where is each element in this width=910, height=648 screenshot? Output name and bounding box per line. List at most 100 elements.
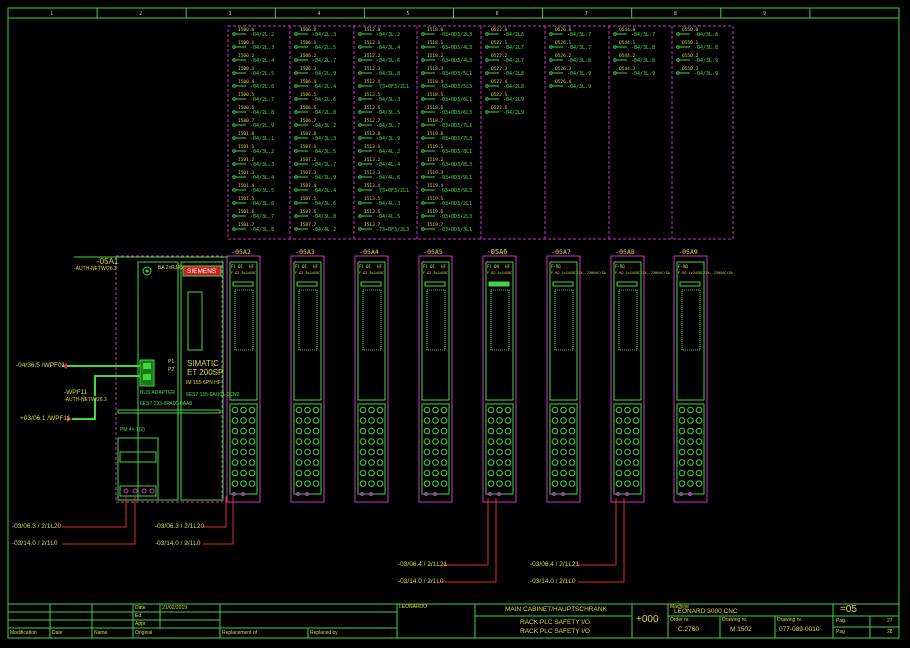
terminal-icon bbox=[248, 417, 256, 424]
power-ref-8: -03/14.0 / 2/1L0 bbox=[530, 578, 576, 585]
im-bus: BA 2xRJ45 bbox=[158, 265, 183, 271]
terminal-icon bbox=[496, 427, 503, 435]
io-reference: -04/2L.4 bbox=[312, 84, 336, 90]
column-number-3: 3 bbox=[228, 11, 231, 17]
terminal-icon bbox=[376, 406, 384, 414]
terminal-icon bbox=[304, 438, 311, 445]
terminal-icon bbox=[295, 406, 303, 414]
module-led-column bbox=[618, 289, 638, 351]
io-reference: -04/3L.8 bbox=[376, 71, 400, 77]
contact-icon bbox=[485, 110, 489, 114]
column-number-9: 9 bbox=[763, 11, 766, 17]
power-ref-7: -03/06.4 / 2/1L21 bbox=[530, 561, 580, 568]
contact-icon bbox=[358, 123, 362, 127]
contact-icon bbox=[676, 32, 680, 36]
column-number-2: 2 bbox=[139, 11, 142, 17]
terminal-icon bbox=[376, 459, 384, 466]
terminal-icon bbox=[312, 417, 320, 424]
contact-icon bbox=[232, 201, 236, 205]
tb-sheet: =05 bbox=[840, 604, 857, 615]
terminal-icon bbox=[568, 469, 576, 477]
module-type-top: Fl-DI bbox=[231, 264, 244, 269]
io-reference: -04/4L.2 bbox=[376, 149, 400, 155]
terminal-icon bbox=[240, 438, 247, 445]
contact-icon bbox=[294, 71, 298, 75]
terminal-icon bbox=[240, 459, 247, 466]
module-led-column bbox=[362, 289, 382, 351]
terminal-icon bbox=[359, 480, 367, 487]
contact-icon bbox=[232, 123, 236, 127]
tb-drawing-label: Drawing nr. bbox=[722, 617, 748, 623]
terminal-icon bbox=[368, 427, 375, 435]
io-reference: -04/2L.3 bbox=[250, 45, 274, 51]
contact-icon bbox=[232, 227, 236, 231]
io-reference: -04/4L.2 bbox=[312, 227, 336, 233]
module-led-column bbox=[681, 289, 701, 351]
module-tag: -05A4 bbox=[359, 248, 379, 256]
terminal-icon bbox=[624, 406, 631, 414]
terminal-icon bbox=[368, 459, 375, 466]
power-terminal-label: PM 4+ 1(2) bbox=[120, 427, 145, 433]
interface-module bbox=[74, 255, 228, 503]
terminal-icon bbox=[423, 448, 431, 456]
contact-icon bbox=[294, 110, 298, 114]
column-ruler: 1 2 3 4 5 6 7 8 9 bbox=[50, 8, 811, 18]
terminal-icon bbox=[423, 438, 431, 445]
terminal-icon bbox=[304, 480, 311, 487]
terminal-icon bbox=[560, 406, 567, 414]
module-led-column bbox=[298, 289, 318, 351]
terminal-icon bbox=[312, 469, 320, 477]
terminal-icon bbox=[376, 438, 384, 445]
terminal-icon bbox=[551, 469, 559, 477]
terminal-icon bbox=[632, 448, 640, 456]
contact-icon bbox=[358, 227, 362, 231]
terminal-icon bbox=[432, 438, 439, 445]
terminal-icon bbox=[231, 438, 239, 445]
module-rack: -05A2 Fl-DI HF F-DI 8x24VDC -05A3 Fl-DI HF F-DI… bbox=[226, 248, 734, 503]
terminal-icon bbox=[695, 448, 703, 456]
contact-icon bbox=[232, 162, 236, 166]
io-reference: -04/3L.9 bbox=[567, 71, 591, 77]
terminal-icon bbox=[487, 438, 495, 445]
terminal-icon bbox=[560, 438, 567, 445]
terminal-icon bbox=[359, 406, 367, 414]
terminal-icon bbox=[496, 438, 503, 445]
terminal-icon bbox=[615, 480, 623, 487]
contact-icon bbox=[358, 188, 362, 192]
io-reference: -04/3L.9 bbox=[631, 71, 655, 77]
terminal-icon bbox=[504, 469, 512, 477]
io-reference: -04/3L.3 bbox=[250, 162, 274, 168]
contact-icon bbox=[421, 45, 425, 49]
io-reference: -03+0D3/2L3 bbox=[439, 32, 472, 38]
terminal-icon bbox=[231, 459, 239, 466]
im-order: 6ES7 155-6AU01-0CN0 bbox=[186, 392, 240, 398]
io-reference: -04/3L.2 bbox=[376, 32, 400, 38]
terminal-icon bbox=[487, 480, 495, 487]
contact-icon bbox=[358, 175, 362, 179]
power-ref-2: -03/14.0 / 2/1L0 bbox=[12, 540, 58, 547]
terminal-icon bbox=[432, 448, 439, 456]
terminal-icon bbox=[568, 480, 576, 487]
contact-icon bbox=[232, 97, 236, 101]
terminal-icon bbox=[560, 448, 567, 456]
io-reference: -04/2L.3 bbox=[312, 32, 336, 38]
contact-icon bbox=[358, 201, 362, 205]
tb-draw2-label: Drawing nr. bbox=[777, 617, 803, 623]
terminal-icon bbox=[632, 427, 640, 435]
contact-icon bbox=[676, 45, 680, 49]
terminal-icon bbox=[560, 480, 567, 487]
terminal-icon bbox=[359, 417, 367, 424]
contact-icon bbox=[613, 45, 617, 49]
terminal-icon bbox=[248, 427, 256, 435]
terminal-icon bbox=[496, 448, 503, 456]
io-reference: -04/2L.4 bbox=[250, 58, 274, 64]
terminal-icon bbox=[687, 480, 694, 487]
terminal-icon bbox=[440, 480, 448, 487]
terminal-icon bbox=[432, 469, 439, 477]
contact-icon bbox=[232, 71, 236, 75]
contact-icon bbox=[421, 84, 425, 88]
terminal-icon bbox=[695, 469, 703, 477]
terminal-icon bbox=[504, 427, 512, 435]
terminal-icon bbox=[487, 448, 495, 456]
io-reference: -04/3L.9 bbox=[376, 136, 400, 142]
